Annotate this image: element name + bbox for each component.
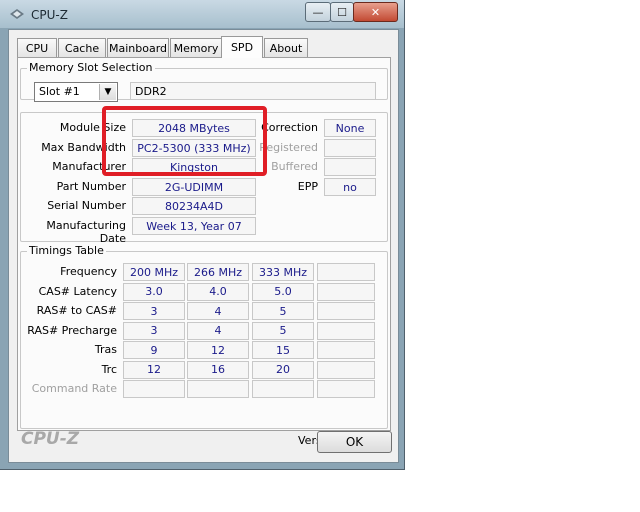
timing-row-label: Command Rate	[31, 382, 117, 395]
serial-number-label: Serial Number	[47, 199, 126, 212]
timing-cell	[317, 380, 375, 398]
timing-cell: 5	[252, 321, 314, 340]
tab-spd[interactable]: SPD	[221, 36, 263, 58]
memory-slot-group-title: Memory Slot Selection	[27, 61, 155, 74]
cpuz-brand-logo: CPU-Z	[21, 429, 80, 449]
tab-cache[interactable]: Cache	[58, 38, 106, 57]
timing-cell: 3	[123, 321, 185, 340]
timing-cell: 4	[187, 302, 249, 320]
window-body: CPU Cache Mainboard Memory SPD About Mem…	[8, 29, 399, 463]
timing-cell: 4	[187, 321, 249, 340]
timing-row-label: RAS# Precharge	[27, 323, 117, 337]
timing-row-label: RAS# to CAS#	[36, 304, 117, 317]
timing-cell: 5	[252, 302, 314, 320]
tab-memory[interactable]: Memory	[170, 38, 222, 57]
tab-cpu[interactable]: CPU	[17, 38, 57, 57]
title-bar[interactable]: CPU-Z — ☐ ✕	[0, 0, 404, 28]
timing-cell	[317, 263, 375, 281]
manufacturing-date-label: Manufacturing Date	[46, 219, 126, 245]
timing-cell: 12	[187, 341, 249, 359]
close-button[interactable]: ✕	[353, 2, 398, 22]
timing-cell: 12	[123, 360, 185, 379]
manufacturing-date-value: Week 13, Year 07	[132, 217, 256, 235]
slot-select[interactable]: Slot #1 ▼	[34, 82, 118, 102]
ok-button[interactable]: OK	[317, 431, 392, 453]
tab-mainboard[interactable]: Mainboard	[107, 38, 169, 57]
timing-cell	[317, 360, 375, 379]
timing-cell	[123, 380, 185, 398]
part-number-label: Part Number	[56, 180, 126, 193]
timing-cell: 333 MHz	[252, 263, 314, 281]
slot-select-value: Slot #1	[39, 85, 80, 98]
window-title: CPU-Z	[31, 8, 68, 22]
timing-cell: 266 MHz	[187, 263, 249, 281]
timing-cell	[317, 282, 375, 301]
cpuz-window: CPU-Z — ☐ ✕ CPU Cache Mainboard Memory S…	[0, 0, 405, 470]
serial-number-value: 80234A4D	[132, 197, 256, 215]
timing-cell: 3	[123, 302, 185, 320]
red-highlight-annotation	[102, 106, 267, 176]
registered-value	[324, 139, 376, 157]
minimize-button[interactable]: —	[305, 2, 331, 22]
timing-cell: 5.0	[252, 282, 314, 301]
maximize-button[interactable]: ☐	[330, 2, 354, 22]
timing-cell	[252, 380, 314, 398]
timing-cell	[317, 302, 375, 320]
timing-row-label: CAS# Latency	[38, 284, 117, 298]
correction-value: None	[324, 119, 376, 137]
part-number-value: 2G-UDIMM	[132, 178, 256, 196]
timing-cell: 16	[187, 360, 249, 379]
buffered-value	[324, 158, 376, 176]
tab-about[interactable]: About	[264, 38, 308, 57]
close-icon: ✕	[370, 5, 381, 19]
epp-label: EPP	[297, 180, 318, 193]
timing-cell: 200 MHz	[123, 263, 185, 281]
timing-row-label: Trc	[101, 362, 117, 376]
timing-row-label: Tras	[94, 343, 117, 356]
memory-type-field: DDR2	[130, 82, 376, 100]
timing-cell	[187, 380, 249, 398]
maximize-icon: ☐	[337, 5, 347, 19]
timing-cell: 20	[252, 360, 314, 379]
timing-cell: 15	[252, 341, 314, 359]
cpuz-app-icon	[10, 9, 24, 19]
epp-value: no	[324, 178, 376, 196]
timing-cell: 3.0	[123, 282, 185, 301]
timing-cell	[317, 321, 375, 340]
timing-cell	[317, 341, 375, 359]
timing-cell: 4.0	[187, 282, 249, 301]
timing-row-label: Frequency	[60, 265, 117, 278]
timing-cell: 9	[123, 341, 185, 359]
chevron-down-icon[interactable]: ▼	[99, 84, 116, 100]
timings-group-title: Timings Table	[27, 244, 106, 257]
minimize-icon: —	[312, 5, 324, 19]
